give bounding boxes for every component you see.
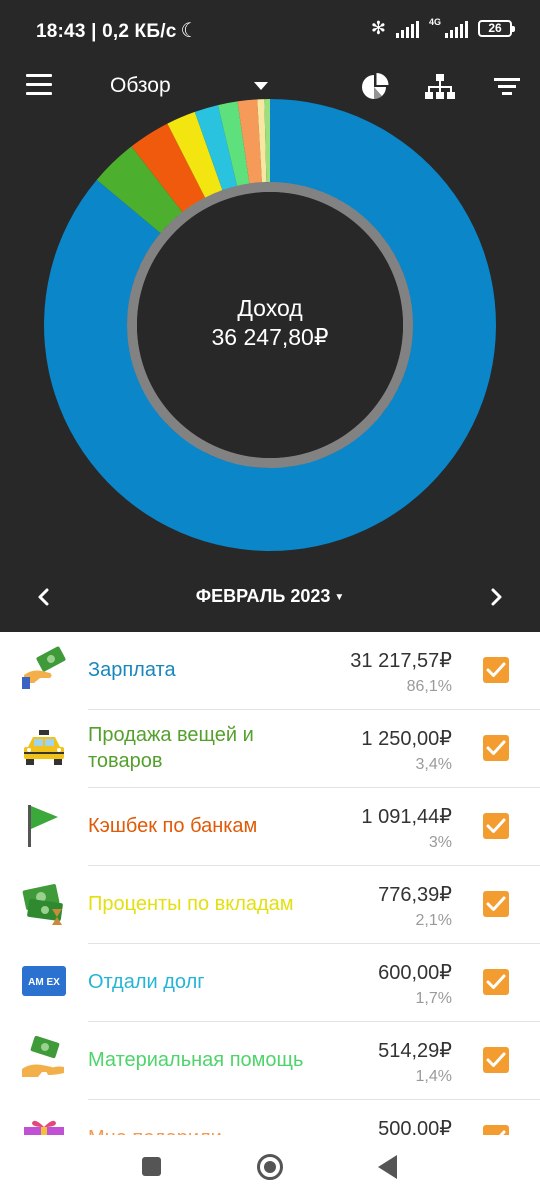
- period-label[interactable]: ФЕВРАЛЬ 2023 ▼: [0, 586, 540, 607]
- category-row[interactable]: Проценты по вкладам 776,39₽ 2,1%: [0, 866, 540, 944]
- period-dropdown-icon: ▼: [334, 591, 345, 603]
- battery-icon: 26: [478, 20, 515, 37]
- category-percent: 2,1%: [415, 912, 452, 929]
- category-checkbox[interactable]: [483, 1125, 509, 1135]
- category-row[interactable]: AM EX Отдали долг 600,00₽ 1,7%: [0, 944, 540, 1022]
- money-hourglass-icon: [20, 879, 68, 927]
- category-amount: 514,29₽: [378, 1040, 452, 1062]
- flag-icon: [20, 801, 68, 849]
- category-percent: 1,7%: [415, 990, 452, 1007]
- category-amount: 776,39₽: [378, 884, 452, 906]
- category-amount: 1 250,00₽: [361, 728, 452, 750]
- chart-center-summary: Доход 36 247,80₽: [120, 294, 420, 352]
- chevron-right-icon[interactable]: [484, 585, 508, 609]
- gift-icon: [20, 1113, 68, 1135]
- category-percent: 3%: [428, 834, 452, 851]
- category-percent: 86,1%: [406, 678, 452, 695]
- category-checkbox[interactable]: [483, 735, 509, 761]
- category-amount: 600,00₽: [378, 962, 452, 984]
- network-type: 4G: [428, 17, 441, 27]
- category-list: Зарплата 31 217,57₽ 86,1% Продажа вещей и т…: [0, 632, 540, 1135]
- hand-money-icon: [20, 645, 68, 693]
- category-amount: 500,00₽: [378, 1118, 452, 1135]
- category-percent: 1,4%: [415, 1068, 452, 1085]
- period-selector: ФЕВРАЛЬ 2023 ▼: [0, 575, 540, 619]
- signal-icon: [395, 20, 419, 38]
- category-checkbox[interactable]: [483, 657, 509, 683]
- category-checkbox[interactable]: [483, 891, 509, 917]
- category-name: Материальная помощь: [88, 1049, 304, 1071]
- category-name: Проценты по вкладам: [88, 893, 294, 915]
- category-name: Кэшбек по банкам: [88, 815, 258, 837]
- category-row[interactable]: Зарплата 31 217,57₽ 86,1%: [0, 632, 540, 710]
- category-checkbox[interactable]: [483, 1047, 509, 1073]
- view-dropdown-arrow-icon[interactable]: [254, 82, 268, 90]
- recent-apps-button[interactable]: [142, 1157, 161, 1176]
- category-name: Продажа вещей и товаров: [88, 724, 254, 772]
- category-checkbox[interactable]: [483, 969, 509, 995]
- chart-center-total: 36 247,80₽: [211, 324, 329, 350]
- taxi-icon: [20, 723, 68, 771]
- overview-header-panel: 18:43 | 0,2 КБ/с ☾ ✻ 4G 26 Обзор Доход 3…: [0, 0, 540, 632]
- category-percent: 3,4%: [415, 756, 452, 773]
- amex-logo-text: AM EX: [28, 977, 60, 988]
- category-name: Мне подарили: [88, 1125, 308, 1135]
- signal-icon-2: [445, 20, 468, 38]
- status-time: 18:43 | 0,2 КБ/с ☾: [36, 20, 199, 42]
- amex-card-icon: AM EX: [20, 957, 68, 1005]
- menu-icon[interactable]: [26, 74, 52, 96]
- category-row[interactable]: Материальная помощь 514,29₽ 1,4%: [0, 1022, 540, 1100]
- category-checkbox[interactable]: [483, 813, 509, 839]
- moon-icon: ☾: [180, 20, 199, 42]
- status-bar: 18:43 | 0,2 КБ/с ☾ ✻ 4G 26: [0, 0, 540, 60]
- category-amount: 1 091,44₽: [361, 806, 452, 828]
- category-amount: 31 217,57₽: [350, 650, 452, 672]
- back-button[interactable]: [378, 1155, 397, 1179]
- view-title[interactable]: Обзор: [110, 74, 171, 98]
- home-button[interactable]: [257, 1154, 283, 1180]
- system-navigation-bar: [0, 1135, 540, 1200]
- category-row[interactable]: Кэшбек по банкам 1 091,44₽ 3%: [0, 788, 540, 866]
- category-row[interactable]: Продажа вещей и товаров 1 250,00₽ 3,4%: [0, 710, 540, 788]
- category-row[interactable]: Мне подарили 500,00₽: [0, 1100, 540, 1135]
- category-name: Отдали долг: [88, 971, 205, 993]
- chart-center-label: Доход: [237, 295, 303, 321]
- bluetooth-icon: ✻: [370, 18, 386, 38]
- money-hand-icon: [20, 1035, 68, 1083]
- category-name: Зарплата: [88, 659, 176, 681]
